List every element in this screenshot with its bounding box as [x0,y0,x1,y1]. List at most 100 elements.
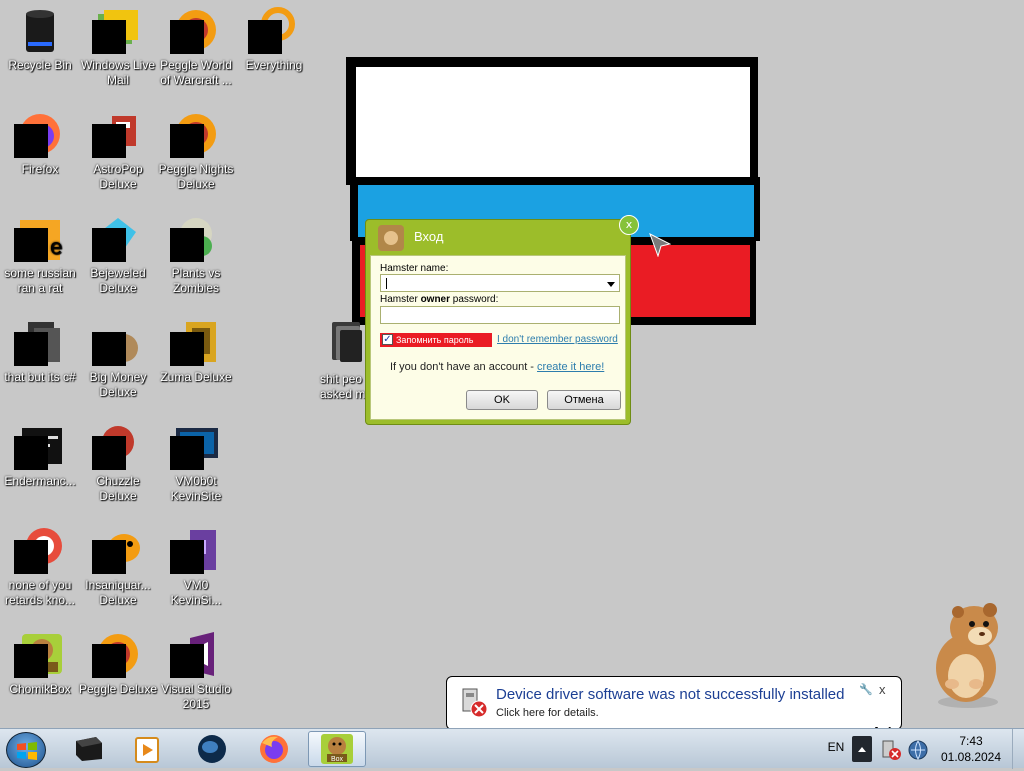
desktop-icon-bejeweled[interactable]: Bejeweled Deluxe [78,208,158,308]
desktop-icon-label: Chuzzle Deluxe [96,474,140,503]
forgot-password-link[interactable]: I don't remember password [497,334,618,345]
desktop-icon-label: Peggle Nights Deluxe [158,162,234,191]
desktop-icon-partial[interactable]: shit peo asked m [320,320,368,401]
desktop-icon-everything[interactable]: Everything [234,0,314,100]
redaction-block [14,228,48,262]
desktop-icon-chuzzle[interactable]: Chuzzle Deluxe [78,416,158,516]
windows-logo-icon [17,742,37,760]
desktop-icon-label: Big Money Deluxe [89,370,147,399]
terminal-icon [76,737,102,761]
ok-button[interactable]: OK [466,390,538,410]
cursor-icon [649,233,671,257]
globe-icon [198,735,226,763]
redaction-block [92,540,126,574]
desktop-icon-peggle-nights[interactable]: Peggle Nights Deluxe [156,104,236,204]
clock-date: 01.08.2024 [940,750,1002,764]
desktop-icon-label: Plants vs Zombies [171,266,221,295]
hamster-name-combobox[interactable] [380,274,620,292]
desktop-icon-peggle-deluxe[interactable]: Peggle Deluxe [78,624,158,724]
password-input[interactable] [380,306,620,324]
taskbar-terminal-button[interactable] [62,731,114,767]
desktop-icon-label: Windows Live Mail [80,58,156,87]
notification-title: Device driver software was not successfu… [496,686,845,703]
desktop-icon-label: Insaniquar... Deluxe [85,578,151,607]
desktop-icon-label: Everything [245,58,303,72]
cancel-button[interactable]: Отмена [547,390,621,410]
login-dialog: Вход x Hamster name: Hamster owner passw… [365,215,639,425]
clock-time: 7:43 [959,734,983,748]
redaction-block [14,436,48,470]
desktop-icon-label: Firefox [21,162,59,176]
redaction-block [248,20,282,54]
desktop-icon-label: Peggle Deluxe [78,682,158,696]
chevron-down-icon[interactable] [607,282,615,287]
desktop-icon-label: ChomikBox [9,682,71,696]
password-label: Hamster owner password: [380,294,499,305]
device-error-icon [462,688,488,718]
taskbar-clock[interactable]: 7:43 01.08.2024 [936,733,1006,765]
desktop-icon-label: some russian ran a rat [4,266,76,295]
desktop-icon-vm0-kevinsi[interactable]: VM0 KevinSi... [156,520,236,620]
network-icon[interactable] [906,738,930,762]
remember-password-checkbox[interactable]: ✓ Запомнить пароль [380,333,492,347]
redaction-block [14,540,48,574]
dialog-body: Hamster name: Hamster owner password: ✓ … [370,255,626,420]
desktop-icon-recycle-bin[interactable]: Recycle Bin [0,0,80,100]
show-desktop-button[interactable] [1012,729,1024,769]
desktop-icon-firefox[interactable]: Firefox [0,104,80,204]
hamster-mascot-icon[interactable] [922,598,1018,710]
recycle-icon [26,10,54,52]
redaction-block [92,228,126,262]
taskbar-firefox-button[interactable] [248,731,300,767]
desktop-icon-vm0b0t[interactable]: VM0b0t KevinSite [156,416,236,516]
desktop-icon-russian-rat[interactable]: e some russian ran a rat [0,208,80,308]
driver-notification-balloon[interactable]: Device driver software was not successfu… [446,676,902,739]
hamster-logo-icon [378,225,404,251]
redaction-block [170,124,204,158]
desktop-icon-visual-studio[interactable]: Visual Studio 2015 [156,624,236,724]
checkmark-icon[interactable]: ✓ [382,334,393,345]
desktop-icon-big-money[interactable]: Big Money Deluxe [78,312,158,412]
desktop-icon-enderman[interactable]: Endermanc... [0,416,80,516]
media-player-icon [135,737,159,763]
desktop-icon-label: Zuma Deluxe [160,370,232,384]
folder-icon [332,322,362,362]
show-hidden-icons-button[interactable] [852,736,872,762]
taskbar-chomikbox-button[interactable]: Box [308,731,366,767]
hamster-name-label: Hamster name: [380,263,449,274]
redaction-block [92,436,126,470]
redaction-block [92,332,126,366]
desktop-icon-windows-live-mail[interactable]: Windows Live Mail [78,0,158,100]
desktop-icon-peggle-world[interactable]: Peggle World of Warcraft ... [156,0,236,100]
redaction-block [170,540,204,574]
redaction-block [92,124,126,158]
language-indicator[interactable]: EN [822,729,850,769]
remember-password-label: Запомнить пароль [396,335,474,345]
taskbar-globe-button[interactable] [186,731,238,767]
taskbar: Box EN 7:43 01.08.2024 [0,728,1024,769]
desktop-icon-that-but-cs[interactable]: that but its c# [0,312,80,412]
desktop-icon-zuma[interactable]: Zuma Deluxe [156,312,236,412]
notification-close-button[interactable]: x [879,682,886,697]
device-error-tray-icon[interactable] [880,739,902,761]
desktop-icon-label: Peggle World of Warcraft ... [160,58,232,87]
desktop-icon-none-of-you[interactable]: none of you retards kno... [0,520,80,620]
desktop-icon-label: Visual Studio 2015 [161,682,231,711]
notification-subtitle[interactable]: Click here for details. [496,707,599,719]
desktop-icon-label: none of you retards kno... [4,578,76,607]
dialog-close-button[interactable]: x [619,215,639,235]
redaction-block [14,644,48,678]
redaction-block [170,436,204,470]
desktop-icon-insaniquarium[interactable]: Insaniquar... Deluxe [78,520,158,620]
desktop-icon-label: VM0b0t KevinSite [170,474,222,503]
start-button[interactable] [6,732,46,768]
desktop-icon-chomikbox[interactable]: ChomikBox [0,624,80,724]
taskbar-media-player-button[interactable] [122,731,174,767]
desktop-icon-pvz[interactable]: Plants vs Zombies [156,208,236,308]
desktop-icon-astropop[interactable]: AstroPop Deluxe [78,104,158,204]
wrench-icon[interactable]: 🔧 [859,683,873,696]
chomikbox-icon: Box [321,734,353,764]
svg-text:Box: Box [331,756,344,763]
create-account-link[interactable]: create it here! [537,361,604,373]
text-caret [386,278,387,289]
